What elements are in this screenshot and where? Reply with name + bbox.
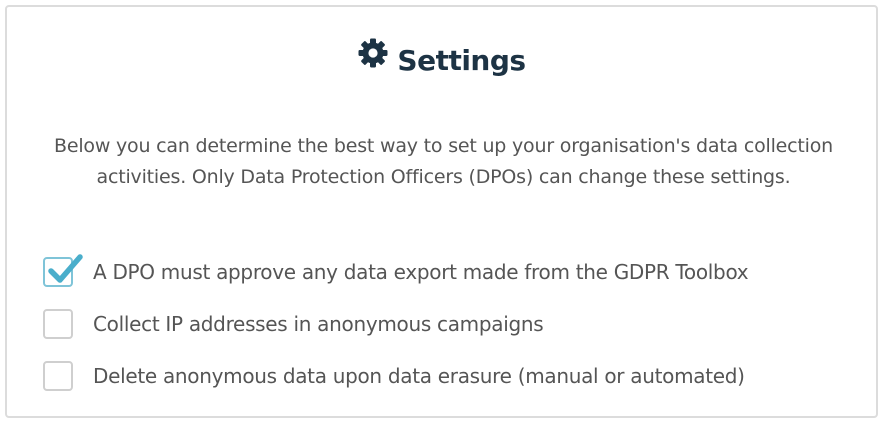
dpo-approve-export-label[interactable]: A DPO must approve any data export made … (93, 259, 749, 285)
option-dpo-approve-export[interactable]: A DPO must approve any data export made … (43, 252, 863, 304)
option-collect-ip[interactable]: Collect IP addresses in anonymous campai… (43, 304, 863, 356)
settings-description: Below you can determine the best way to … (54, 135, 833, 188)
settings-options: A DPO must approve any data export made … (43, 252, 863, 408)
dpo-approve-export-checkbox[interactable] (43, 254, 83, 287)
settings-heading: Settings (7, 37, 876, 82)
option-delete-anonymous-data[interactable]: Delete anonymous data upon data erasure … (43, 356, 863, 408)
delete-anonymous-data-checkbox[interactable] (43, 361, 73, 391)
collect-ip-label[interactable]: Collect IP addresses in anonymous campai… (93, 311, 544, 337)
settings-panel: Settings Below you can determine the bes… (5, 5, 878, 418)
gear-icon (357, 37, 389, 79)
collect-ip-checkbox[interactable] (43, 309, 73, 339)
checkmark-icon (48, 254, 83, 283)
delete-anonymous-data-label[interactable]: Delete anonymous data upon data erasure … (93, 363, 745, 389)
page-title: Settings (397, 44, 526, 77)
